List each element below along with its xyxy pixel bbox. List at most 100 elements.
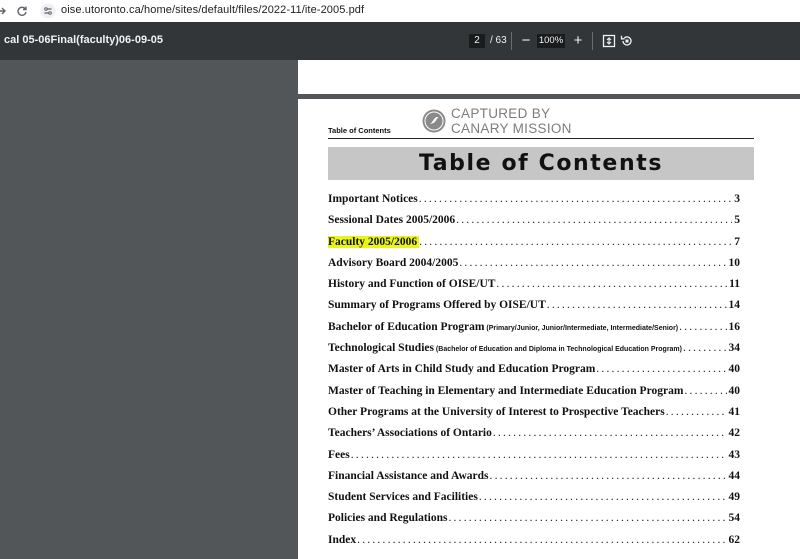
toc-page-number: 41 (726, 405, 740, 418)
toc-entry[interactable]: Student Services and Facilities.........… (328, 491, 740, 512)
toc-entry-title: Master of Arts in Child Study and Educat… (328, 363, 596, 376)
toc-entry[interactable]: Master of Teaching in Elementary and Int… (328, 384, 740, 406)
forward-arrow-icon[interactable] (0, 3, 10, 19)
toc-entry[interactable]: Policies and Regulations................… (328, 512, 740, 533)
toc-page-number: 62 (726, 533, 740, 546)
toc-leader-dots: ........................................… (665, 405, 727, 418)
zoom-out-button[interactable]: − (519, 32, 533, 50)
toc-entry-title: Teachers’ Associations of Ontario (328, 427, 492, 440)
toc-entry-label: Bachelor of Education Program (Primary/J… (328, 320, 680, 333)
toc-entry-label: Teachers’ Associations of Ontario (328, 427, 493, 440)
toc-page-number: 7 (732, 235, 740, 248)
toc-entry-label: Summary of Programs Offered by OISE/UT (328, 299, 547, 312)
url-text[interactable]: oise.utoronto.ca/home/sites/default/file… (61, 4, 364, 16)
toc-entry-title: Policies and Regulations (328, 512, 448, 525)
toc-leader-dots: ........................................… (448, 512, 726, 525)
toc-leader-dots: ........................................… (683, 342, 727, 355)
toc-entry[interactable]: Financial Assistance and Awards.........… (328, 469, 740, 491)
toc-entry-title: Fees (328, 448, 350, 461)
pdf-toolbar: cal 05-06Final(faculty)06-09-05 2 / 63 −… (0, 22, 800, 60)
toc-entry-title: History and Function of OISE/UT (328, 278, 496, 291)
pdf-page: Table of Contents CAPTURED BY CANARY MIS… (298, 99, 800, 559)
toc-entry-title: Advisory Board 2004/2005 (328, 256, 459, 269)
toc-leader-dots: ........................................… (489, 469, 727, 482)
toc-entry[interactable]: Master of Arts in Child Study and Educat… (328, 363, 740, 384)
toc-entry[interactable]: Important Notices.......................… (328, 193, 740, 214)
toc-entry-title: Bachelor of Education Program (328, 320, 485, 333)
toc-entry[interactable]: Sessional Dates 2005/2006...............… (328, 214, 740, 235)
toc-leader-dots: ........................................… (478, 491, 727, 504)
toc-entry-label: Financial Assistance and Awards (328, 469, 490, 482)
toc-entry-title: Summary of Programs Offered by OISE/UT (328, 299, 546, 312)
header-rule (328, 138, 754, 139)
toc-entry-label-highlighted: Faculty 2005/2006 (328, 235, 420, 248)
watermark-text: CAPTURED BY CANARY MISSION (451, 106, 572, 136)
toolbar-divider (511, 32, 512, 50)
watermark-line-2: CANARY MISSION (451, 120, 572, 136)
toc-entry-title: Important Notices (328, 193, 418, 205)
toc-entry[interactable]: Advisory Board 2004/2005................… (328, 256, 740, 278)
toc-leader-dots: ........................................… (684, 384, 726, 397)
rotate-icon[interactable] (620, 34, 634, 48)
toc-page-number: 43 (726, 448, 740, 461)
watermark-line-1: CAPTURED BY (451, 106, 551, 121)
toc-entry[interactable]: Technological Studies (Bachelor of Educa… (328, 342, 740, 363)
toc-page-number: 54 (726, 512, 740, 525)
toc-entry-label: Sessional Dates 2005/2006 (328, 214, 457, 227)
toc-entry-label: Technological Studies (Bachelor of Educa… (328, 342, 683, 355)
toc-entry[interactable]: Fees....................................… (328, 448, 740, 470)
zoom-in-button[interactable]: + (571, 32, 585, 50)
zoom-level-input[interactable]: 100% (537, 34, 565, 48)
toc-page-number: 16 (726, 320, 740, 333)
toc-entry-title: Master of Teaching in Elementary and Int… (328, 384, 684, 397)
document-title: cal 05-06Final(faculty)06-09-05 (4, 34, 163, 46)
toc-page-number: 49 (726, 491, 740, 504)
pdf-page-previous (298, 60, 800, 94)
toc-leader-dots: ........................................… (459, 256, 726, 269)
toc-page-number: 5 (732, 214, 740, 227)
toc-leader-dots: ........................................… (596, 363, 726, 376)
toc-page-number: 3 (732, 193, 740, 205)
toc-entry[interactable]: History and Function of OISE/UT.........… (328, 278, 740, 299)
toc-entry-label: Master of Teaching in Elementary and Int… (328, 384, 685, 397)
toc-entry-title: Other Programs at the University of Inte… (328, 405, 665, 418)
toc-entry-label: Advisory Board 2004/2005 (328, 256, 460, 269)
toc-page-number: 44 (726, 469, 740, 482)
toc-leader-dots: ........................................… (419, 235, 733, 248)
toc-page-number: 34 (726, 342, 740, 355)
toc-page-number: 10 (726, 256, 740, 269)
toc-page-number: 42 (726, 427, 740, 440)
toc-entry-subtitle: (Primary/Junior, Junior/Intermediate, In… (484, 324, 679, 332)
toc-entry[interactable]: Bachelor of Education Program (Primary/J… (328, 320, 740, 342)
toc-entry-title: Technological Studies (328, 342, 434, 355)
toc-entry-label: Index (328, 533, 358, 546)
toc-entry[interactable]: Index...................................… (328, 533, 740, 555)
toc-list: Important Notices.......................… (328, 193, 740, 555)
toc-entry-label: Fees (328, 448, 351, 461)
toc-entry-title: Sessional Dates 2005/2006 (328, 214, 456, 227)
toc-entry[interactable]: Faculty 2005/2006.......................… (328, 235, 740, 257)
toc-leader-dots: ........................................… (418, 193, 733, 205)
toc-entry-label: Master of Arts in Child Study and Educat… (328, 363, 597, 376)
toc-page-number: 11 (727, 278, 740, 291)
site-info-icon[interactable] (40, 3, 56, 19)
toc-entry-title: Financial Assistance and Awards (328, 469, 489, 482)
toc-entry-title: Faculty 2005/2006 (328, 235, 418, 248)
reload-icon[interactable] (14, 3, 30, 19)
toc-page-number: 14 (726, 299, 740, 312)
address-bar: oise.utoronto.ca/home/sites/default/file… (0, 0, 800, 22)
canary-mission-logo-icon (422, 109, 446, 133)
toc-leader-dots: ........................................… (456, 214, 732, 227)
toolbar-divider (592, 32, 593, 50)
toc-entry[interactable]: Other Programs at the University of Inte… (328, 405, 740, 427)
toc-entry-label: History and Function of OISE/UT (328, 278, 497, 291)
page-number-input[interactable]: 2 (469, 34, 485, 48)
toc-entry-title: Student Services and Facilities (328, 491, 478, 504)
toc-leader-dots: ........................................… (546, 299, 727, 312)
toc-entry[interactable]: Teachers’ Associations of Ontario.......… (328, 427, 740, 448)
toc-entry[interactable]: Summary of Programs Offered by OISE/UT..… (328, 299, 740, 320)
toc-banner: Table of Contents (328, 147, 754, 180)
fit-to-page-icon[interactable] (602, 34, 616, 48)
toc-entry-label: Policies and Regulations (328, 512, 449, 525)
toc-entry-label: Other Programs at the University of Inte… (328, 405, 666, 418)
